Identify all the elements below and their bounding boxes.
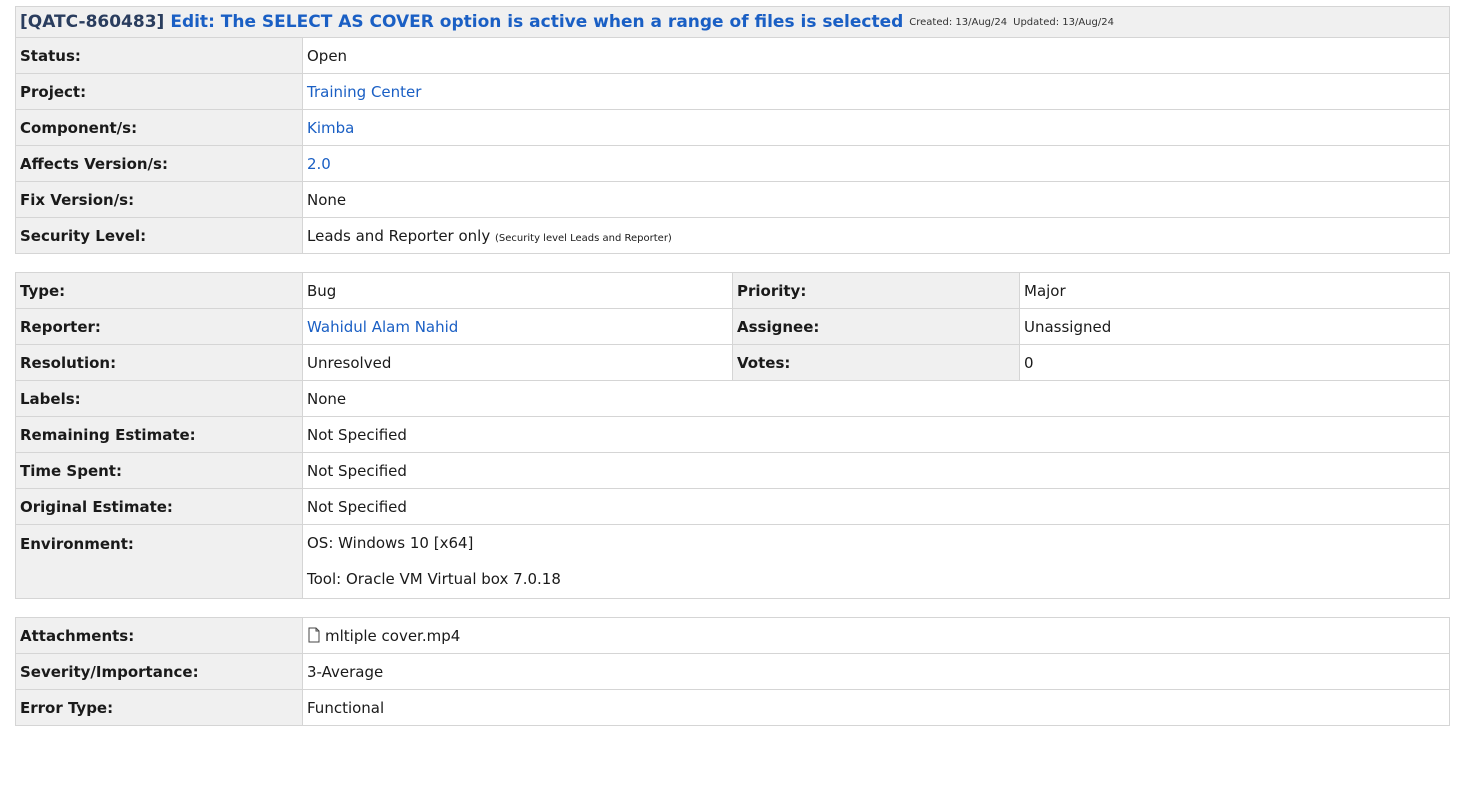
resolution-value: Unresolved xyxy=(302,344,733,381)
reporter-label: Reporter: xyxy=(15,308,303,345)
attachments-row: Attachments: mltiple cover.mp4 xyxy=(15,617,1450,654)
labels-row: Labels: None xyxy=(15,380,1450,417)
fix-version-label: Fix Version/s: xyxy=(15,181,303,218)
issue-view: [QATC-860483] Edit: The SELECT AS COVER … xyxy=(15,6,1450,726)
error-type-label: Error Type: xyxy=(15,689,303,726)
attachment-link[interactable]: mltiple cover.mp4 xyxy=(325,627,460,645)
project-label: Project: xyxy=(15,73,303,110)
created-date: Created: 13/Aug/24 xyxy=(909,16,1008,28)
issue-details-table: Status: Open Project: Training Center Co… xyxy=(15,37,1450,254)
environment-value: OS: Windows 10 [x64] Tool: Oracle VM Vir… xyxy=(302,524,1450,599)
affects-version-label: Affects Version/s: xyxy=(15,145,303,182)
fix-version-row: Fix Version/s: None xyxy=(15,181,1450,218)
issue-extra-table: Attachments: mltiple cover.mp4 Severity/… xyxy=(15,617,1450,726)
error-type-row: Error Type: Functional xyxy=(15,689,1450,726)
reporter-link[interactable]: Wahidul Alam Nahid xyxy=(307,318,458,336)
project-row: Project: Training Center xyxy=(15,73,1450,110)
environment-label: Environment: xyxy=(15,524,303,599)
issue-people-table: Type: Bug Priority: Major Reporter: Wahi… xyxy=(15,272,1450,599)
time-spent-label: Time Spent: xyxy=(15,452,303,489)
severity-label: Severity/Importance: xyxy=(15,653,303,690)
original-estimate-value: Not Specified xyxy=(302,488,1450,525)
affects-version-row: Affects Version/s: 2.0 xyxy=(15,145,1450,182)
severity-row: Severity/Importance: 3-Average xyxy=(15,653,1450,690)
priority-label: Priority: xyxy=(732,272,1020,309)
assignee-label: Assignee: xyxy=(732,308,1020,345)
time-spent-row: Time Spent: Not Specified xyxy=(15,452,1450,489)
attachments-label: Attachments: xyxy=(15,617,303,654)
issue-key: [QATC-860483] xyxy=(20,12,165,32)
status-value: Open xyxy=(302,37,1450,74)
issue-header: [QATC-860483] Edit: The SELECT AS COVER … xyxy=(15,6,1450,37)
component-row: Component/s: Kimba xyxy=(15,109,1450,146)
type-row: Type: Bug Priority: Major xyxy=(15,272,1450,309)
status-label: Status: xyxy=(15,37,303,74)
environment-os: OS: Windows 10 [x64] xyxy=(307,534,474,552)
type-label: Type: xyxy=(15,272,303,309)
error-type-value: Functional xyxy=(302,689,1450,726)
labels-label: Labels: xyxy=(15,380,303,417)
security-level-row: Security Level: Leads and Reporter only … xyxy=(15,217,1450,254)
security-level-label: Security Level: xyxy=(15,217,303,254)
project-link[interactable]: Training Center xyxy=(307,83,421,101)
environment-row: Environment: OS: Windows 10 [x64] Tool: … xyxy=(15,524,1450,599)
remaining-estimate-label: Remaining Estimate: xyxy=(15,416,303,453)
severity-value: 3-Average xyxy=(302,653,1450,690)
original-estimate-row: Original Estimate: Not Specified xyxy=(15,488,1450,525)
fix-version-value: None xyxy=(302,181,1450,218)
remaining-estimate-row: Remaining Estimate: Not Specified xyxy=(15,416,1450,453)
remaining-estimate-value: Not Specified xyxy=(302,416,1450,453)
resolution-label: Resolution: xyxy=(15,344,303,381)
status-row: Status: Open xyxy=(15,37,1450,74)
component-link[interactable]: Kimba xyxy=(307,119,354,137)
resolution-row: Resolution: Unresolved Votes: 0 xyxy=(15,344,1450,381)
security-level-note: (Security level Leads and Reporter) xyxy=(495,232,672,244)
time-spent-value: Not Specified xyxy=(302,452,1450,489)
component-label: Component/s: xyxy=(15,109,303,146)
security-level-value: Leads and Reporter only xyxy=(307,226,491,245)
reporter-row: Reporter: Wahidul Alam Nahid Assignee: U… xyxy=(15,308,1450,345)
affects-version-link[interactable]: 2.0 xyxy=(307,155,331,173)
assignee-value: Unassigned xyxy=(1019,308,1450,345)
votes-value: 0 xyxy=(1019,344,1450,381)
original-estimate-label: Original Estimate: xyxy=(15,488,303,525)
votes-label: Votes: xyxy=(732,344,1020,381)
type-value: Bug xyxy=(302,272,733,309)
file-icon xyxy=(307,627,321,643)
priority-value: Major xyxy=(1019,272,1450,309)
environment-tool: Tool: Oracle VM Virtual box 7.0.18 xyxy=(307,570,561,588)
issue-title-link[interactable]: Edit: The SELECT AS COVER option is acti… xyxy=(170,12,903,32)
labels-value: None xyxy=(302,380,1450,417)
updated-date: Updated: 13/Aug/24 xyxy=(1013,16,1114,28)
